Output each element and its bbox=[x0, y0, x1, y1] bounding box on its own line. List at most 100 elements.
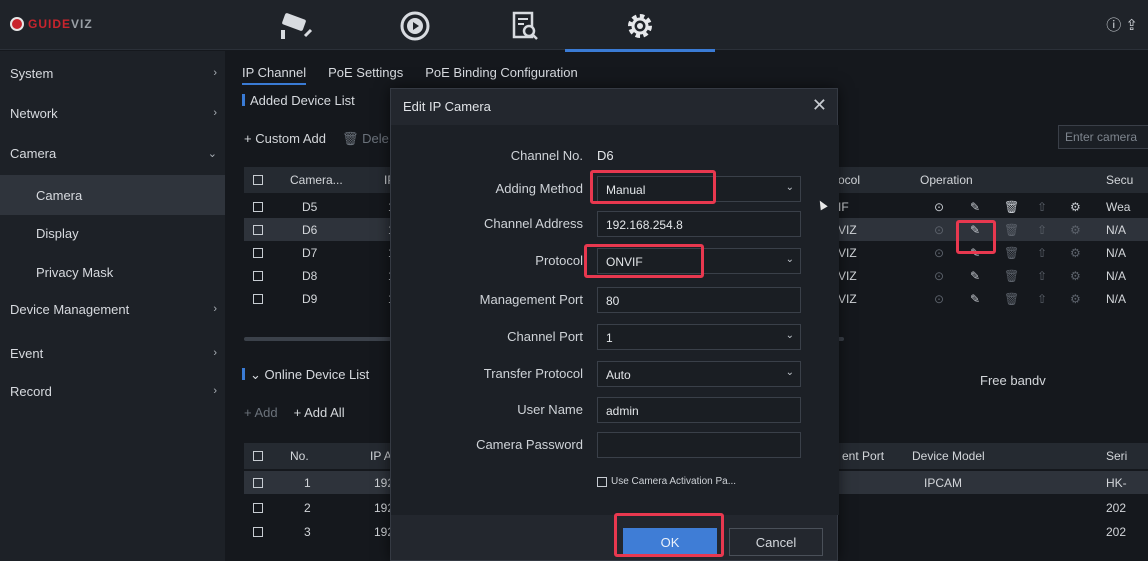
upgrade-icon[interactable]: ⇧ bbox=[1037, 269, 1047, 283]
sidebar-item-camera[interactable]: Camera bbox=[0, 175, 225, 215]
dialog-title: Edit IP Camera bbox=[403, 99, 491, 114]
settings-icon[interactable]: ⚙ bbox=[1070, 269, 1081, 283]
cell-protocol: VIZ bbox=[838, 222, 857, 237]
live-view-icon[interactable]: ⊙ bbox=[934, 292, 944, 306]
settings-icon[interactable]: ⚙ bbox=[1070, 292, 1081, 306]
select-all-checkbox[interactable] bbox=[253, 175, 263, 185]
sidebar-item-label: Camera bbox=[36, 187, 83, 203]
delete-icon[interactable]: 🗑 bbox=[1004, 200, 1019, 214]
row-checkbox[interactable] bbox=[253, 201, 263, 212]
settings-gear-icon[interactable] bbox=[565, 6, 715, 52]
delete-icon[interactable]: 🗑 bbox=[1004, 292, 1019, 306]
camera-password-label: Camera Password bbox=[476, 437, 583, 452]
channel-address-input[interactable]: 192.168.254.8 bbox=[597, 211, 801, 237]
header-operation: Operation bbox=[920, 173, 973, 187]
camera-search-input[interactable]: Enter camera bbox=[1058, 125, 1148, 149]
header-port: ent Port bbox=[842, 449, 885, 463]
header-camera[interactable]: Camera... bbox=[290, 173, 343, 187]
management-port-input[interactable]: 80 bbox=[597, 287, 801, 313]
logo-mark-icon bbox=[10, 17, 24, 31]
custom-add-button[interactable]: + Custom Add bbox=[244, 131, 326, 147]
sidebar-item-label: Privacy Mask bbox=[36, 264, 114, 280]
row-checkbox[interactable] bbox=[253, 526, 263, 537]
cell-security: N/A bbox=[1106, 291, 1127, 306]
edit-pencil-icon[interactable]: ✎ bbox=[970, 269, 980, 283]
cell-serial: 202 bbox=[1106, 524, 1127, 539]
select-all-checkbox[interactable] bbox=[253, 451, 263, 461]
use-activation-password-option[interactable]: Use Camera Activation Pa... bbox=[597, 476, 736, 487]
sidebar-item-system[interactable]: System › bbox=[0, 53, 225, 93]
logo-text-red: GUIDE bbox=[28, 17, 72, 31]
camera-icon[interactable] bbox=[270, 6, 320, 46]
protocol-highlight bbox=[584, 244, 704, 278]
sidebar-item-label: Record bbox=[10, 383, 52, 399]
settings-icon[interactable]: ⚙ bbox=[1070, 246, 1081, 260]
cell-serial: 202 bbox=[1106, 500, 1127, 515]
header-protocol: ocol bbox=[838, 173, 861, 187]
user-name-input[interactable]: admin bbox=[597, 397, 801, 423]
row-checkbox[interactable] bbox=[253, 477, 263, 488]
use-activation-password-checkbox[interactable] bbox=[597, 476, 607, 487]
live-view-icon[interactable]: ⊙ bbox=[934, 269, 944, 283]
cancel-button[interactable]: Cancel bbox=[729, 528, 823, 556]
sidebar-item-device-management[interactable]: Device Management › bbox=[0, 289, 225, 329]
chevron-right-icon: › bbox=[213, 385, 217, 397]
live-view-icon[interactable]: ⊙ bbox=[934, 200, 944, 214]
sidebar-item-network[interactable]: Network › bbox=[0, 93, 225, 133]
cell-security: Wea bbox=[1106, 199, 1131, 214]
cell-no: 3 bbox=[304, 524, 311, 539]
tab-ip-channel[interactable]: IP Channel bbox=[242, 65, 307, 85]
settings-icon[interactable]: ⚙ bbox=[1070, 200, 1081, 214]
cell-security: N/A bbox=[1106, 268, 1127, 283]
header-no[interactable]: No. bbox=[290, 449, 309, 463]
use-activation-password-label: Use Camera Activation Pa... bbox=[611, 476, 737, 487]
cell-camera: D5 bbox=[302, 199, 318, 214]
sidebar: System › Network › Camera ⌄ Camera Display … bbox=[0, 51, 225, 561]
delete-button[interactable]: 🗑 Dele bbox=[342, 131, 389, 147]
transfer-protocol-row: Transfer Protocol Auto ⌄ bbox=[391, 361, 839, 387]
edit-pencil-icon[interactable]: ✎ bbox=[970, 200, 980, 214]
sidebar-item-camera-group[interactable]: Camera ⌄ bbox=[0, 133, 225, 173]
sidebar-item-privacy-mask[interactable]: Privacy Mask bbox=[0, 252, 225, 292]
sidebar-item-event[interactable]: Event › bbox=[0, 333, 225, 373]
upgrade-icon[interactable]: ⇧ bbox=[1037, 223, 1047, 237]
row-checkbox[interactable] bbox=[253, 270, 263, 281]
row-checkbox[interactable] bbox=[253, 502, 263, 513]
settings-icon[interactable]: ⚙ bbox=[1070, 223, 1081, 237]
delete-icon[interactable]: 🗑 bbox=[1004, 223, 1019, 237]
file-search-icon[interactable] bbox=[500, 6, 550, 46]
row-checkbox[interactable] bbox=[253, 293, 263, 304]
sidebar-item-record[interactable]: Record › bbox=[0, 371, 225, 411]
upgrade-icon[interactable]: ⇧ bbox=[1037, 292, 1047, 306]
added-list-toolbar: + Custom Add 🗑 Dele bbox=[244, 131, 389, 147]
cell-serial: HK- bbox=[1106, 475, 1127, 490]
info-icon[interactable]: ⓘ ⇪ bbox=[1106, 14, 1138, 35]
live-view-icon[interactable]: ⊙ bbox=[934, 246, 944, 260]
camera-password-input[interactable] bbox=[597, 432, 801, 458]
add-all-button[interactable]: + Add All bbox=[294, 405, 345, 420]
tab-poe-settings[interactable]: PoE Settings bbox=[328, 65, 403, 85]
playback-icon[interactable] bbox=[390, 6, 440, 46]
add-button[interactable]: + Add bbox=[244, 405, 278, 420]
delete-icon[interactable]: 🗑 bbox=[1004, 246, 1019, 260]
delete-icon[interactable]: 🗑 bbox=[1004, 269, 1019, 283]
live-view-icon[interactable]: ⊙ bbox=[934, 223, 944, 237]
row-checkbox[interactable] bbox=[253, 224, 263, 235]
upgrade-icon[interactable]: ⇧ bbox=[1037, 200, 1047, 214]
adding-method-highlight bbox=[590, 170, 716, 204]
header-ip-address[interactable]: IP A bbox=[370, 449, 392, 463]
close-icon[interactable]: ✕ bbox=[812, 95, 827, 116]
row-checkbox[interactable] bbox=[253, 247, 263, 258]
upgrade-icon[interactable]: ⇧ bbox=[1037, 246, 1047, 260]
channel-port-select[interactable]: 1 ⌄ bbox=[597, 324, 801, 350]
header-serial: Seri bbox=[1106, 449, 1128, 463]
transfer-protocol-select[interactable]: Auto ⌄ bbox=[597, 361, 801, 387]
sidebar-item-display[interactable]: Display bbox=[0, 213, 225, 253]
online-device-list-title[interactable]: ⌄ Online Device List bbox=[242, 367, 369, 383]
tab-poe-binding-configuration[interactable]: PoE Binding Configuration bbox=[425, 65, 578, 85]
protocol-label: Protocol bbox=[535, 253, 583, 268]
header-security: Secu bbox=[1106, 173, 1134, 187]
edit-pencil-icon[interactable]: ✎ bbox=[970, 292, 980, 306]
edit-ip-camera-dialog: Edit IP Camera ✕ Channel No. D6 Adding M… bbox=[390, 88, 839, 561]
top-navigation-bar: GUIDEVIZ ⓘ ⇪ bbox=[0, 0, 1148, 52]
